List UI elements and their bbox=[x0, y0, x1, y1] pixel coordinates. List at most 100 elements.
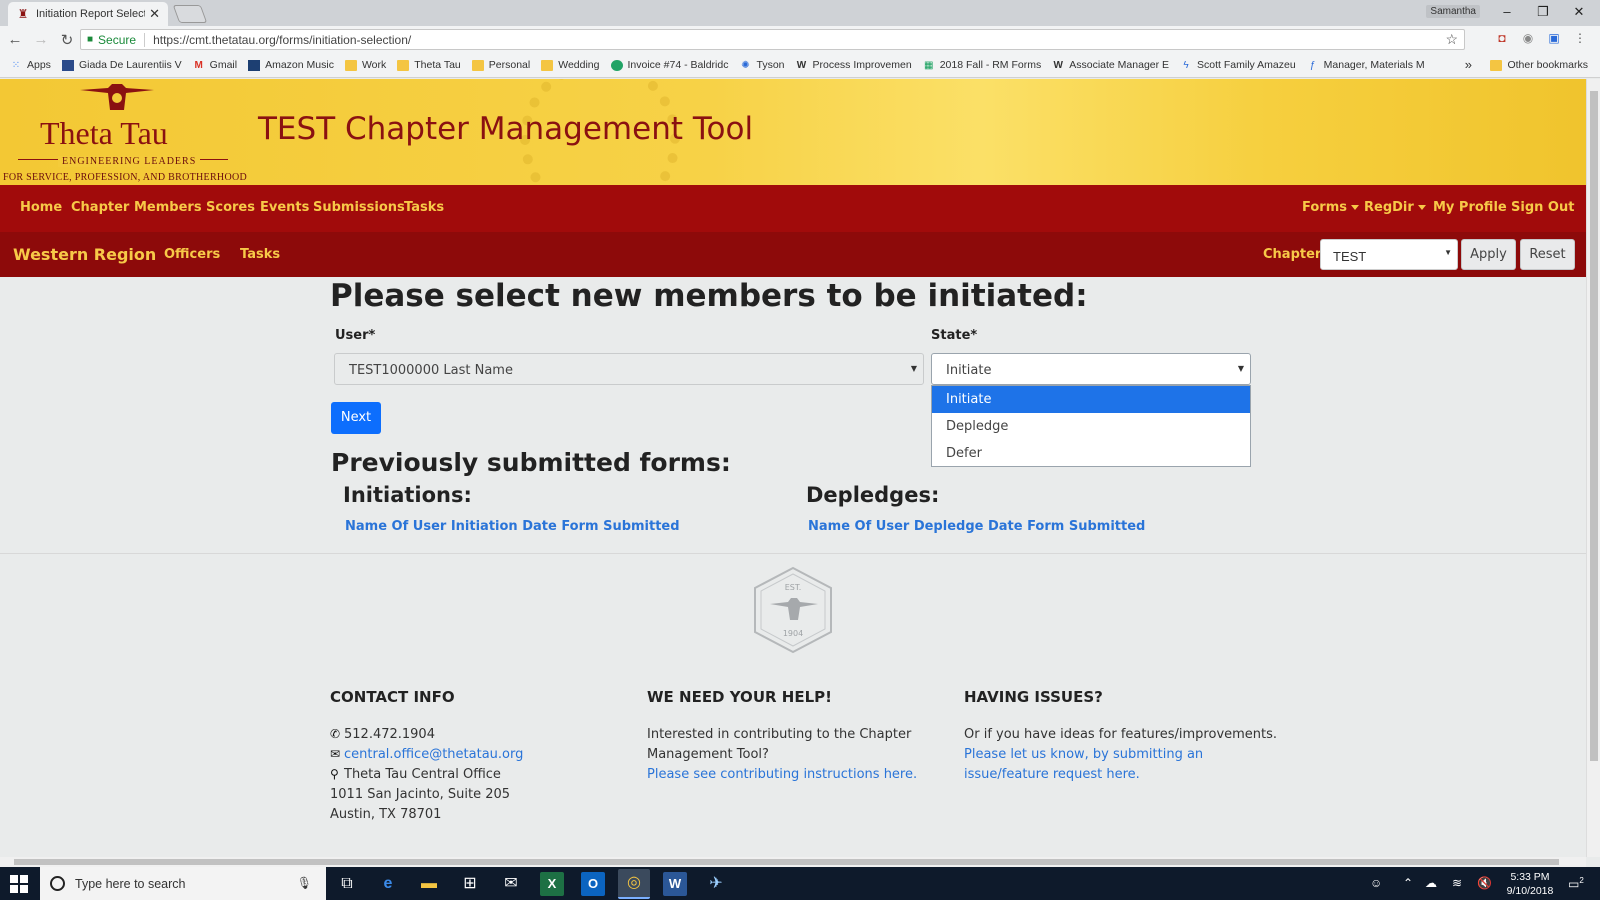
bookmark-item[interactable]: Amazon Music bbox=[248, 59, 334, 71]
bookmark-item[interactable]: ✺ Tyson bbox=[739, 59, 784, 71]
profile-name[interactable]: Samantha bbox=[1426, 5, 1480, 18]
apply-button[interactable]: Apply bbox=[1461, 239, 1516, 270]
windows-start-icon[interactable] bbox=[10, 875, 28, 893]
notification-count: 2 bbox=[1579, 876, 1584, 885]
minimize-icon[interactable]: – bbox=[1490, 2, 1524, 22]
chapter-select[interactable]: TEST ▼ bbox=[1320, 239, 1458, 270]
volume-muted-icon[interactable]: 🔇 bbox=[1477, 876, 1492, 890]
nav-forms-dropdown[interactable]: Forms bbox=[1302, 200, 1359, 215]
other-bookmarks[interactable]: Other bookmarks bbox=[1490, 59, 1588, 71]
reload-icon[interactable]: ↻ bbox=[56, 31, 78, 49]
site-title: TEST Chapter Management Tool bbox=[258, 111, 754, 147]
horizontal-scrollbar[interactable] bbox=[0, 857, 1586, 867]
edge-icon[interactable]: e bbox=[376, 872, 400, 896]
nav-home[interactable]: Home bbox=[20, 200, 62, 215]
bookmark-item[interactable]: ▦ 2018 Fall - RM Forms bbox=[923, 59, 1041, 71]
address-bar[interactable]: ■ Secure https://cmt.thetatau.org/forms/… bbox=[80, 29, 1465, 50]
contributing-link[interactable]: Please see contributing instructions her… bbox=[647, 767, 917, 782]
back-icon[interactable]: ← bbox=[4, 31, 26, 48]
taskbar-search[interactable]: Type here to search 🎙 bbox=[40, 867, 326, 900]
file-explorer-icon[interactable]: ▬ bbox=[417, 872, 441, 896]
email-link[interactable]: central.office@thetatau.org bbox=[344, 747, 523, 762]
initiations-heading: Initiations: bbox=[343, 483, 472, 507]
outlook-icon[interactable]: O bbox=[581, 872, 605, 896]
nav-members[interactable]: Members bbox=[134, 200, 202, 215]
wifi-icon[interactable]: ≋ bbox=[1452, 876, 1462, 890]
excel-icon[interactable]: X bbox=[540, 872, 564, 896]
chapter-select-value: TEST bbox=[1333, 249, 1367, 264]
new-tab-button[interactable] bbox=[172, 5, 208, 23]
state-select[interactable]: Initiate ▼ bbox=[931, 353, 1251, 385]
nav-regdir-dropdown[interactable]: RegDir bbox=[1364, 200, 1426, 215]
close-window-icon[interactable]: ✕ bbox=[1562, 2, 1596, 22]
nav-submissions[interactable]: Submissions bbox=[313, 200, 405, 215]
vertical-scrollbar[interactable] bbox=[1586, 79, 1600, 857]
browser-tab[interactable]: ♜ Initiation Report Selectio ✕ bbox=[8, 2, 168, 26]
reset-button[interactable]: Reset bbox=[1520, 239, 1575, 270]
people-icon[interactable]: ☺ bbox=[1370, 876, 1382, 890]
microphone-icon[interactable]: 🎙 bbox=[297, 876, 312, 890]
region-name[interactable]: Western Region bbox=[13, 245, 156, 264]
show-hidden-icons-icon[interactable]: ⌃ bbox=[1403, 876, 1413, 890]
bookmark-folder[interactable]: Personal bbox=[471, 59, 530, 71]
extension-pocket-icon[interactable]: ◘ bbox=[1494, 30, 1510, 46]
issue-request-link-line2[interactable]: issue/feature request here. bbox=[964, 767, 1140, 782]
bookmark-item[interactable]: W Process Improvemen bbox=[796, 59, 912, 71]
select-arrow-icon: ▼ bbox=[910, 364, 917, 373]
bookmark-folder[interactable]: Wedding bbox=[541, 59, 600, 71]
bookmark-item[interactable]: ƒ Manager, Materials M bbox=[1307, 59, 1425, 71]
nav-tasks[interactable]: Tasks bbox=[404, 200, 444, 215]
state-option-defer[interactable]: Defer bbox=[932, 440, 1250, 467]
issue-request-link-line1[interactable]: Please let us know, by submitting an bbox=[964, 747, 1203, 762]
nav-chapter[interactable]: Chapter bbox=[71, 200, 129, 215]
theta-tau-seal-icon: EST. 1904 bbox=[754, 566, 832, 654]
initiations-table-header[interactable]: Name Of User Initiation Date Form Submit… bbox=[345, 519, 680, 534]
restore-icon[interactable]: ❐ bbox=[1526, 2, 1560, 22]
app-icon[interactable]: ✈ bbox=[704, 872, 728, 896]
mail-icon[interactable]: ✉ bbox=[499, 872, 523, 896]
nav-my-profile[interactable]: My Profile bbox=[1433, 200, 1507, 215]
url-text[interactable]: https://cmt.thetatau.org/forms/initiatio… bbox=[153, 33, 411, 47]
bookmark-item[interactable]: Giada De Laurentiis V bbox=[61, 59, 182, 71]
bookmark-item[interactable]: Invoice #74 - Baldridc bbox=[610, 59, 728, 71]
bookmark-apps[interactable]: ⁙ Apps bbox=[10, 59, 51, 71]
folder-icon bbox=[397, 59, 410, 71]
vertical-scroll-thumb[interactable] bbox=[1590, 91, 1598, 761]
bookmark-gmail[interactable]: M Gmail bbox=[193, 59, 238, 71]
nav-officers[interactable]: Officers bbox=[164, 247, 220, 262]
onedrive-icon[interactable]: ☁ bbox=[1425, 876, 1437, 890]
nav-region-tasks[interactable]: Tasks bbox=[240, 247, 280, 262]
word-icon[interactable]: W bbox=[663, 872, 687, 896]
state-option-initiate[interactable]: Initiate bbox=[932, 386, 1250, 413]
nav-regdir-label: RegDir bbox=[1364, 200, 1414, 215]
clock-time: 5:33 PM bbox=[1510, 871, 1550, 883]
user-select[interactable]: TEST1000000 Last Name ▼ bbox=[334, 353, 924, 385]
notifications-icon[interactable]: ▭2 bbox=[1568, 876, 1584, 891]
store-icon[interactable]: ⊞ bbox=[458, 872, 482, 896]
horizontal-scroll-thumb[interactable] bbox=[14, 859, 1559, 865]
state-option-depledge[interactable]: Depledge bbox=[932, 413, 1250, 440]
extension-circle-icon[interactable]: ◉ bbox=[1520, 30, 1536, 46]
bookmark-item[interactable]: W Associate Manager E bbox=[1052, 59, 1170, 71]
bookmark-folder[interactable]: Work bbox=[344, 59, 386, 71]
depledges-table-header[interactable]: Name Of User Depledge Date Form Submitte… bbox=[808, 519, 1145, 534]
pin-icon: ƒ bbox=[1309, 59, 1316, 71]
taskbar-clock[interactable]: 5:33 PM 9/10/2018 bbox=[1500, 870, 1560, 898]
task-view-icon[interactable]: ⧉ bbox=[335, 872, 359, 896]
nav-sign-out[interactable]: Sign Out bbox=[1511, 200, 1574, 215]
next-button[interactable]: Next bbox=[331, 402, 381, 434]
bookmark-item[interactable]: ϟ Scott Family Amazeu bbox=[1180, 59, 1295, 71]
extension-window-icon[interactable]: ▣ bbox=[1546, 30, 1562, 46]
bookmark-star-icon[interactable]: ☆ bbox=[1445, 31, 1458, 48]
state-label: State* bbox=[931, 328, 978, 343]
nav-scores[interactable]: Scores bbox=[206, 200, 255, 215]
close-tab-icon[interactable]: ✕ bbox=[149, 6, 160, 22]
user-label: User* bbox=[335, 328, 376, 343]
more-bookmarks-icon[interactable]: » bbox=[1465, 57, 1472, 72]
chrome-icon[interactable]: ◎ bbox=[618, 869, 650, 899]
bookmark-folder[interactable]: Theta Tau bbox=[397, 59, 461, 71]
nav-events[interactable]: Events bbox=[260, 200, 309, 215]
forward-icon[interactable]: → bbox=[30, 31, 52, 48]
gmail-icon: M bbox=[194, 59, 203, 71]
browser-menu-icon[interactable]: ⋮ bbox=[1572, 30, 1588, 46]
